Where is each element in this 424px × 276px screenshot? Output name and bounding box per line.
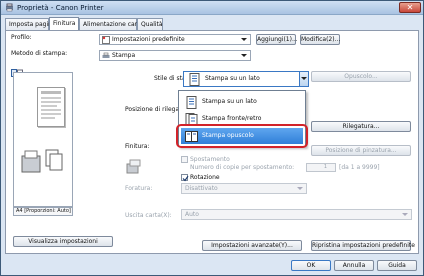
window-title: Proprietà - Canon Printer bbox=[17, 4, 104, 12]
profile-edit-button[interactable]: Modifica(2)... bbox=[300, 34, 340, 45]
finisher-icon bbox=[126, 159, 141, 174]
restore-defaults-button[interactable]: Ripristina impostazioni predefinite bbox=[311, 240, 415, 251]
view-settings-button[interactable]: Visualizza impostazioni bbox=[13, 236, 113, 247]
chevron-down-icon bbox=[297, 187, 303, 190]
print-style-select[interactable]: Stampa su un lato bbox=[183, 71, 309, 87]
dropdown-option-single-sided[interactable]: Stampa su un lato bbox=[181, 94, 303, 110]
profile-label: Profilo: bbox=[11, 34, 32, 41]
tab-page-setup[interactable]: Imposta pagina bbox=[5, 18, 56, 30]
chevron-down-icon bbox=[402, 213, 408, 216]
dropdown-toggle[interactable] bbox=[299, 72, 308, 86]
copies-per-offset-label: Numero di copie per spostamento: bbox=[190, 164, 295, 171]
punch-select[interactable]: Disattivato bbox=[181, 183, 307, 194]
properties-dialog: Proprietà - Canon Printer ✕ Imposta pagi… bbox=[0, 0, 424, 276]
profile-icon bbox=[102, 36, 110, 44]
profile-select[interactable]: Impostazioni predefinite bbox=[99, 34, 251, 45]
selection-highlight-frame bbox=[176, 124, 308, 148]
finishing-label: Finitura: bbox=[125, 143, 150, 150]
output-method-select[interactable]: Stampa bbox=[99, 50, 251, 61]
close-button[interactable]: ✕ bbox=[399, 2, 421, 13]
chevron-down-icon bbox=[241, 54, 247, 57]
printer-icon bbox=[102, 52, 110, 58]
copies-per-offset-spinner[interactable]: 1 bbox=[306, 163, 336, 172]
punch-label: Foratura: bbox=[125, 185, 153, 192]
rotation-checkbox[interactable] bbox=[181, 174, 189, 182]
printer-illustration-icon bbox=[21, 149, 63, 173]
copies-range-label: [da 1 a 9999] bbox=[339, 164, 380, 171]
chevron-down-icon bbox=[301, 77, 307, 80]
tab-finishing[interactable]: Finitura bbox=[49, 17, 79, 30]
output-tray-select[interactable]: Auto bbox=[181, 209, 412, 220]
booklet-button[interactable]: Opuscolo... bbox=[311, 71, 411, 82]
help-button[interactable]: Guida bbox=[377, 260, 417, 271]
tab-paper-source[interactable]: Alimentazione carta bbox=[79, 18, 143, 30]
output-method-label: Metodo di stampa: bbox=[11, 50, 68, 57]
tab-quality[interactable]: Qualità bbox=[137, 18, 163, 30]
output-tray-label: Uscita carta(X): bbox=[125, 212, 172, 219]
single-sided-icon bbox=[186, 96, 197, 109]
single-sided-icon bbox=[189, 73, 200, 86]
checkmark-icon bbox=[182, 175, 189, 182]
staple-position-button[interactable]: Posizione di pinzatura... bbox=[311, 145, 411, 156]
paper-size-caption: A4 [Proporzioni: Auto] bbox=[13, 207, 73, 216]
chevron-down-icon bbox=[241, 38, 247, 41]
page-preview bbox=[37, 87, 65, 127]
profile-add-button[interactable]: Aggiungi(1)... bbox=[256, 34, 298, 45]
printer-icon bbox=[6, 3, 13, 12]
cancel-button[interactable]: Annulla bbox=[334, 260, 374, 271]
binding-button[interactable]: Rilegatura... bbox=[311, 121, 411, 132]
offset-checkbox[interactable] bbox=[181, 156, 188, 163]
offset-label: Spostamento bbox=[190, 156, 230, 163]
ok-button[interactable]: OK bbox=[291, 260, 331, 271]
title-bar: Proprietà - Canon Printer ✕ bbox=[1, 1, 423, 15]
print-preview bbox=[13, 72, 73, 207]
advanced-settings-button[interactable]: Impostazioni avanzate(Y)... bbox=[202, 240, 302, 251]
rotation-label: Rotazione bbox=[190, 174, 220, 181]
